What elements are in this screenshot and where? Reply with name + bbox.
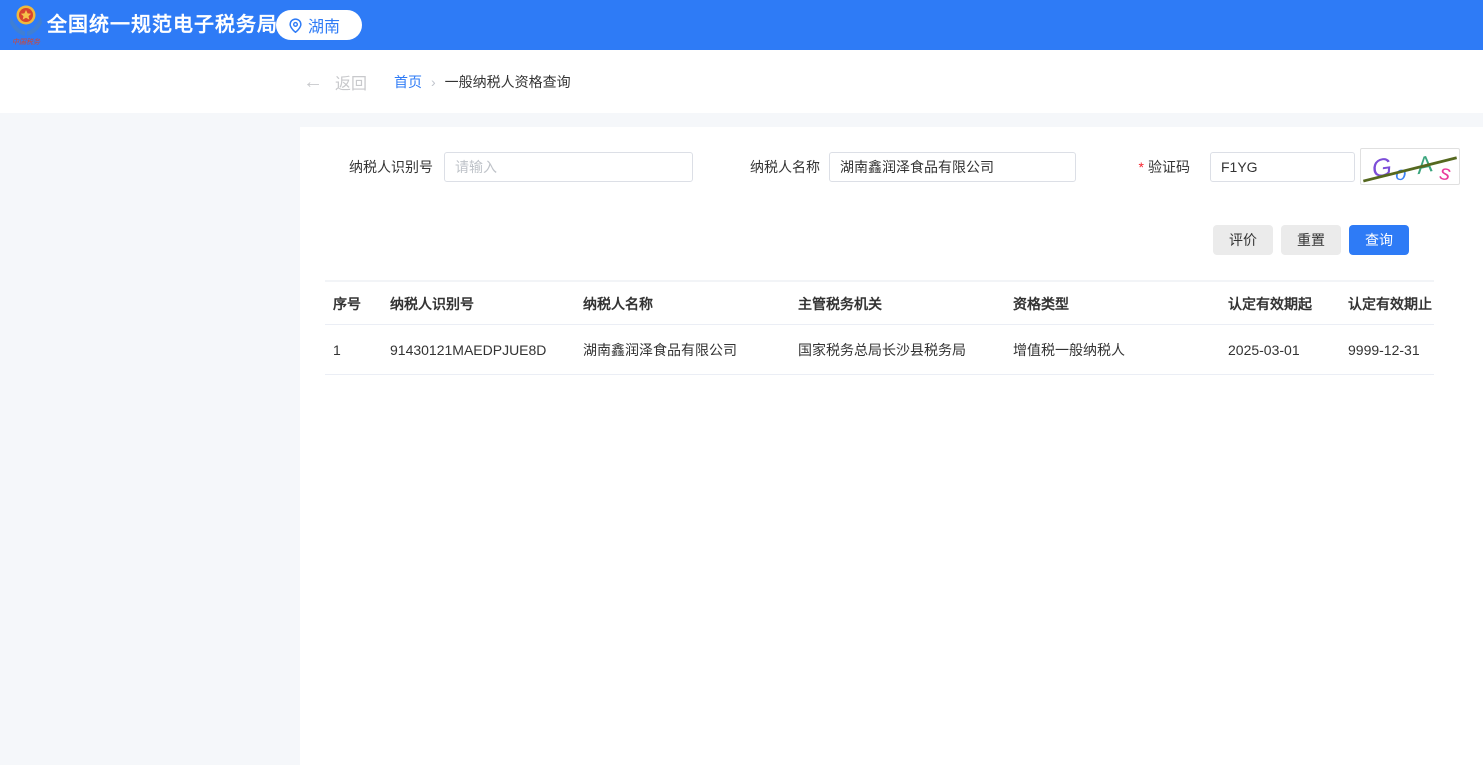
back-button[interactable]: ← 返回 bbox=[303, 50, 367, 113]
cell-index: 1 bbox=[325, 325, 390, 374]
taxpayer-name-label: 纳税人名称 bbox=[737, 152, 820, 182]
cell-taxpayer-name: 湖南鑫润泽食品有限公司 bbox=[583, 325, 798, 374]
captcha-image[interactable]: G o A s bbox=[1360, 148, 1460, 185]
table-header-taxpayer-name: 纳税人名称 bbox=[583, 282, 798, 324]
table-header-index: 序号 bbox=[325, 282, 390, 324]
results-table: 序号 纳税人识别号 纳税人名称 主管税务机关 资格类型 认定有效期起 认定有效期… bbox=[325, 280, 1434, 375]
table-header-valid-from: 认定有效期起 bbox=[1228, 282, 1348, 324]
table-header-qualification-type: 资格类型 bbox=[1013, 282, 1228, 324]
table-header-row: 序号 纳税人识别号 纳税人名称 主管税务机关 资格类型 认定有效期起 认定有效期… bbox=[325, 280, 1434, 325]
cell-taxpayer-id: 91430121MAEDPJUE8D bbox=[390, 325, 583, 374]
breadcrumb-separator: › bbox=[431, 74, 436, 90]
cell-tax-authority: 国家税务总局长沙县税务局 bbox=[798, 325, 1013, 374]
breadcrumb-bar: ← 返回 首页 › 一般纳税人资格查询 bbox=[0, 50, 1483, 113]
table-header-tax-authority: 主管税务机关 bbox=[798, 282, 1013, 324]
captcha-label: *验证码 bbox=[1133, 152, 1190, 182]
query-button[interactable]: 查询 bbox=[1349, 225, 1409, 255]
region-label: 湖南 bbox=[308, 13, 340, 37]
evaluate-button[interactable]: 评价 bbox=[1213, 225, 1273, 255]
table-row: 1 91430121MAEDPJUE8D 湖南鑫润泽食品有限公司 国家税务总局长… bbox=[325, 325, 1434, 375]
breadcrumb: 首页 › 一般纳税人资格查询 bbox=[394, 50, 571, 113]
taxpayer-id-input[interactable] bbox=[444, 152, 693, 182]
required-asterisk: * bbox=[1139, 159, 1144, 175]
app-title: 全国统一规范电子税务局 bbox=[47, 0, 278, 50]
region-badge[interactable]: 湖南 bbox=[276, 10, 362, 40]
reset-button[interactable]: 重置 bbox=[1281, 225, 1341, 255]
content-card: 纳税人识别号 纳税人名称 *验证码 G o A s 评价 重置 查询 bbox=[300, 127, 1483, 765]
taxpayer-name-input[interactable] bbox=[829, 152, 1076, 182]
svg-text:中国税务: 中国税务 bbox=[12, 38, 41, 46]
location-pin-icon bbox=[288, 18, 303, 33]
captcha-input[interactable] bbox=[1210, 152, 1355, 182]
table-header-valid-to: 认定有效期止 bbox=[1348, 282, 1434, 324]
cell-valid-from: 2025-03-01 bbox=[1228, 325, 1348, 374]
app-header: 中国税务 全国统一规范电子税务局 湖南 bbox=[0, 0, 1483, 50]
breadcrumb-current: 一般纳税人资格查询 bbox=[445, 72, 571, 92]
back-label: 返回 bbox=[335, 70, 367, 94]
tax-emblem-icon: 中国税务 bbox=[10, 4, 42, 46]
back-arrow-icon: ← bbox=[303, 72, 323, 92]
taxpayer-id-label: 纳税人识别号 bbox=[340, 152, 433, 182]
cell-valid-to: 9999-12-31 bbox=[1348, 325, 1434, 374]
cell-qualification-type: 增值税一般纳税人 bbox=[1013, 325, 1228, 374]
captcha-letter-4: s bbox=[1438, 160, 1453, 184]
breadcrumb-home-link[interactable]: 首页 bbox=[394, 72, 422, 92]
page-background: 纳税人识别号 纳税人名称 *验证码 G o A s 评价 重置 查询 bbox=[0, 113, 1483, 765]
table-header-taxpayer-id: 纳税人识别号 bbox=[390, 282, 583, 324]
captcha-label-text: 验证码 bbox=[1148, 159, 1190, 175]
page: 中国税务 全国统一规范电子税务局 湖南 ← 返回 首页 › 一般纳税人资格查询 … bbox=[0, 0, 1483, 765]
